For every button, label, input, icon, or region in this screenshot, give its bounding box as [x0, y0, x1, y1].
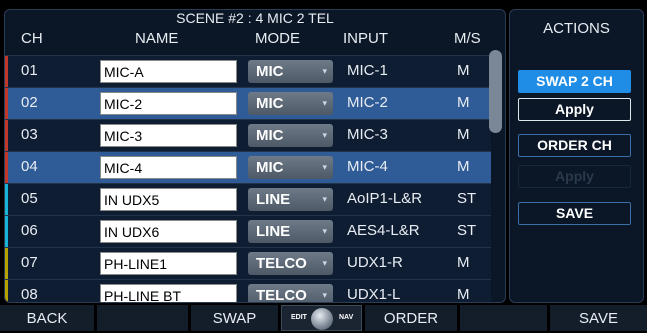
chevron-down-icon: ▾	[322, 162, 327, 172]
mode-value: MIC	[256, 63, 284, 80]
mode-value: TELCO	[256, 255, 307, 272]
ms-mode: M	[457, 126, 470, 143]
column-header-input: INPUT	[343, 30, 388, 47]
chevron-down-icon: ▾	[322, 226, 327, 236]
channel-number: 05	[21, 190, 38, 207]
mode-dropdown[interactable]: TELCO ▾	[248, 252, 333, 275]
nav-label: NAV	[339, 314, 354, 321]
channel-number: 07	[21, 254, 38, 271]
channel-name-field[interactable]: IN UDX5	[100, 188, 237, 211]
channel-number: 02	[21, 94, 38, 111]
channel-color-stripe	[5, 216, 8, 248]
mode-dropdown[interactable]: LINE ▾	[248, 188, 333, 211]
nav-knob[interactable]: EDIT NAV	[281, 305, 362, 331]
order-ch-button[interactable]: ORDER CH	[518, 134, 631, 157]
ms-mode: M	[457, 286, 470, 303]
swap-softkey[interactable]: SWAP	[191, 305, 278, 331]
chevron-down-icon: ▾	[322, 130, 327, 140]
channel-number: 03	[21, 126, 38, 143]
ms-mode: ST	[457, 222, 477, 239]
channel-name-field[interactable]: MIC-4	[100, 156, 237, 179]
mode-value: TELCO	[256, 287, 307, 303]
chevron-down-icon: ▾	[322, 290, 327, 300]
actions-title: ACTIONS	[543, 20, 610, 37]
channel-color-stripe	[5, 56, 8, 88]
mode-dropdown[interactable]: LINE ▾	[248, 220, 333, 243]
channel-name-field[interactable]: MIC-2	[100, 92, 237, 115]
back-button[interactable]: BACK	[0, 305, 94, 331]
channel-color-stripe	[5, 152, 8, 184]
column-header-mode: MODE	[255, 30, 300, 47]
ms-mode: ST	[457, 190, 477, 207]
save-softkey[interactable]: SAVE	[550, 305, 647, 331]
chevron-down-icon: ▾	[322, 258, 327, 268]
column-header-name: NAME	[135, 30, 179, 47]
channel-name-field[interactable]: IN UDX6	[100, 220, 237, 243]
scene-title: SCENE #2 : 4 MIC 2 TEL	[176, 10, 334, 26]
order-softkey[interactable]: ORDER	[365, 305, 457, 331]
chevron-down-icon: ▾	[322, 66, 327, 76]
channel-number: 06	[21, 222, 38, 239]
table-scrollbar[interactable]	[489, 50, 502, 300]
apply-swap-button[interactable]: Apply	[518, 98, 631, 121]
empty-softkey	[97, 305, 188, 331]
swap-2-ch-button[interactable]: SWAP 2 CH	[518, 70, 631, 93]
chevron-down-icon: ▾	[322, 98, 327, 108]
nav-knob-icon	[311, 308, 333, 330]
mode-value: LINE	[256, 223, 291, 240]
channel-row[interactable]: 02 MIC-2 MIC ▾ MIC-2 M	[5, 87, 491, 120]
ms-mode: M	[457, 158, 470, 175]
empty-softkey	[460, 305, 547, 331]
mode-value: LINE	[256, 191, 291, 208]
input-source: MIC-2	[347, 94, 388, 111]
mode-dropdown[interactable]: MIC ▾	[248, 124, 333, 147]
mode-value: MIC	[256, 127, 284, 144]
channel-number: 01	[21, 62, 38, 79]
channel-row[interactable]: 08 PH-LINE BT TELCO ▾ UDX1-L M	[5, 279, 491, 303]
channel-number: 08	[21, 286, 38, 303]
channel-row[interactable]: 01 MIC-A MIC ▾ MIC-1 M	[5, 55, 491, 88]
save-action-button[interactable]: SAVE	[518, 202, 631, 225]
channel-name-field[interactable]: MIC-A	[100, 60, 237, 83]
channel-number: 04	[21, 158, 38, 175]
channel-name-field[interactable]: PH-LINE BT	[100, 284, 237, 302]
input-source: MIC-1	[347, 62, 388, 79]
mode-dropdown[interactable]: MIC ▾	[248, 60, 333, 83]
chevron-down-icon: ▾	[322, 194, 327, 204]
channel-name-field[interactable]: PH-LINE1	[100, 252, 237, 275]
input-source: AoIP1-L&R	[347, 190, 423, 207]
channel-row[interactable]: 03 MIC-3 MIC ▾ MIC-3 M	[5, 119, 491, 152]
column-header-ch: CH	[21, 30, 43, 47]
mode-dropdown[interactable]: TELCO ▾	[248, 284, 333, 303]
channel-row[interactable]: 04 MIC-4 MIC ▾ MIC-4 M	[5, 151, 491, 184]
ms-mode: M	[457, 94, 470, 111]
channel-row[interactable]: 06 IN UDX6 LINE ▾ AES4-L&R ST	[5, 215, 491, 248]
mode-value: MIC	[256, 159, 284, 176]
channel-name-field[interactable]: MIC-3	[100, 124, 237, 147]
mode-dropdown[interactable]: MIC ▾	[248, 92, 333, 115]
channel-color-stripe	[5, 120, 8, 152]
channel-color-stripe	[5, 88, 8, 120]
bottom-soft-key-bar: BACK SWAP EDIT NAV ORDER SAVE	[0, 305, 647, 331]
channel-color-stripe	[5, 280, 8, 302]
channel-color-stripe	[5, 248, 8, 280]
input-source: AES4-L&R	[347, 222, 420, 239]
ms-mode: M	[457, 254, 470, 271]
mode-value: MIC	[256, 95, 284, 112]
channel-row[interactable]: 05 IN UDX5 LINE ▾ AoIP1-L&R ST	[5, 183, 491, 216]
edit-label: EDIT	[291, 314, 307, 321]
channel-row[interactable]: 07 PH-LINE1 TELCO ▾ UDX1-R M	[5, 247, 491, 280]
channel-table-panel: SCENE #2 : 4 MIC 2 TEL CH NAME MODE INPU…	[4, 9, 506, 303]
actions-panel: ACTIONS SWAP 2 CH Apply ORDER CH Apply S…	[509, 9, 644, 303]
apply-order-button[interactable]: Apply	[518, 165, 631, 188]
column-header-ms: M/S	[454, 30, 481, 47]
input-source: UDX1-R	[347, 254, 403, 271]
input-source: MIC-3	[347, 126, 388, 143]
mode-dropdown[interactable]: MIC ▾	[248, 156, 333, 179]
input-source: UDX1-L	[347, 286, 401, 303]
scrollbar-thumb[interactable]	[489, 50, 502, 133]
channel-color-stripe	[5, 184, 8, 216]
input-source: MIC-4	[347, 158, 388, 175]
ms-mode: M	[457, 62, 470, 79]
